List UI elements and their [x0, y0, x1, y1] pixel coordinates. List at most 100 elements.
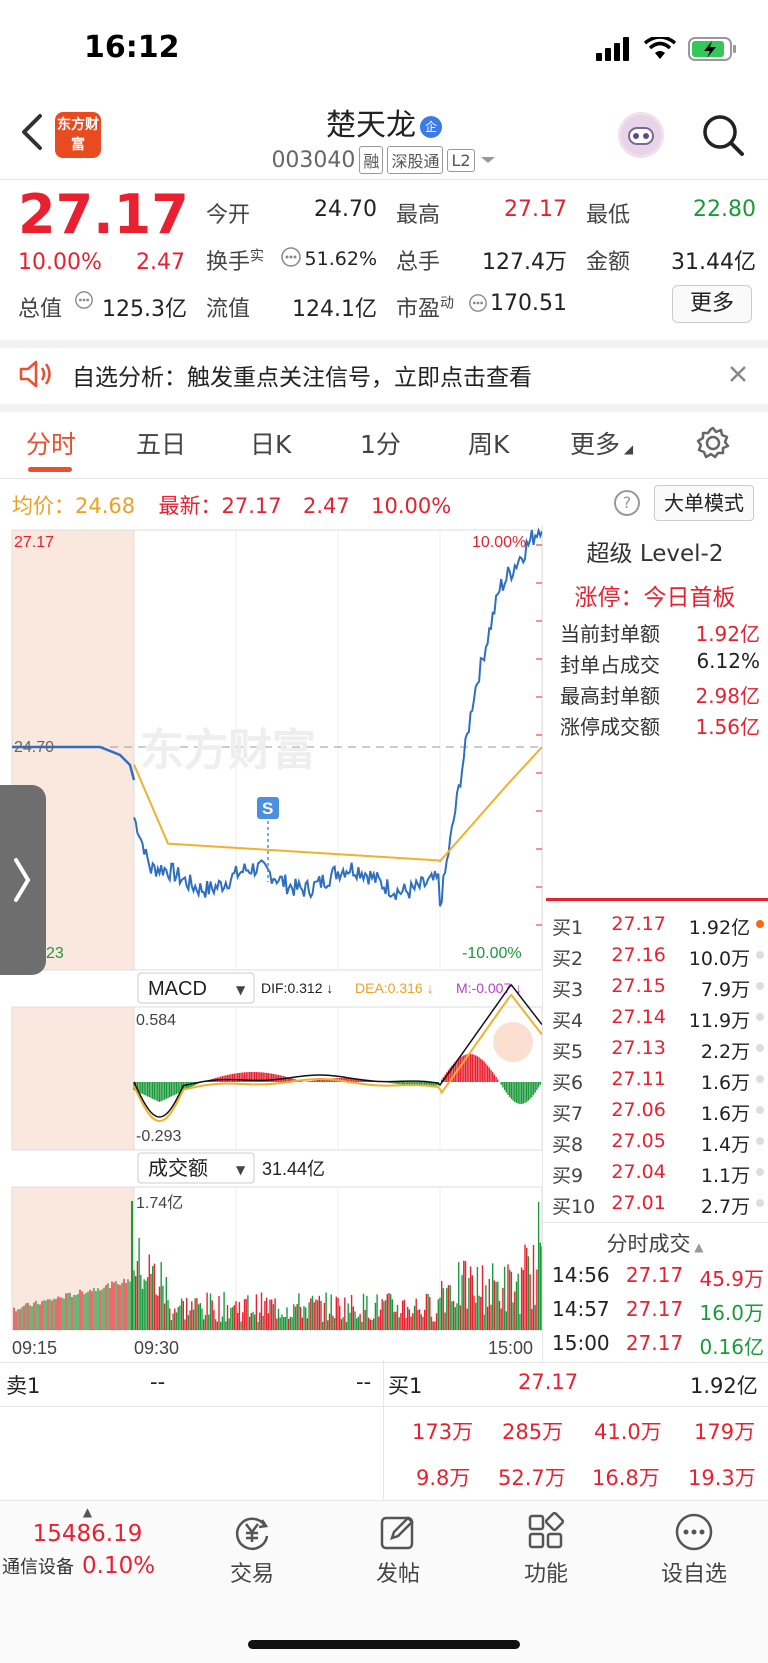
low-value: 22.80 — [693, 197, 756, 222]
wifi-icon — [644, 37, 676, 59]
nav-functions[interactable]: 功能 — [476, 1512, 616, 1588]
l2-stat-row: 涨停成交额 1.56亿 — [560, 715, 760, 739]
amount-label: 金额 — [586, 250, 631, 275]
stock-code: 003040 — [271, 147, 356, 173]
buy1-price: 27.17 — [518, 1370, 579, 1394]
turnover-rate-label: 换手实 — [206, 248, 265, 275]
sector-name: 通信设备 — [2, 1557, 74, 1578]
svg-text:▼: ▼ — [236, 983, 246, 997]
tag-l2: L2 — [447, 148, 475, 172]
side-drawer-handle[interactable] — [0, 785, 46, 975]
sell1-label: 卖1 — [6, 1374, 41, 1398]
big-order-mode-button[interactable]: 大单模式 — [654, 485, 754, 521]
enterprise-badge: 企 — [420, 115, 442, 138]
open-value: 24.70 — [314, 197, 377, 222]
nav-post[interactable]: 发帖 — [328, 1512, 468, 1588]
robot-avatar-icon[interactable] — [618, 112, 664, 158]
axis-bottom-pct: -10.00% — [462, 945, 522, 962]
tick-row: 15:00 27.17 0.16亿 — [552, 1331, 764, 1359]
axis-bottom-price: 23 — [46, 945, 64, 962]
x-label-continuous: 09:30 — [134, 1338, 179, 1358]
tab-1min[interactable]: 1分 — [360, 425, 401, 461]
sell1-vol: -- — [356, 1370, 372, 1394]
tab-five-day[interactable]: 五日 — [136, 425, 186, 461]
bid-row: 买5 27.13 2.2万 — [552, 1037, 764, 1064]
info-icon[interactable] — [468, 293, 488, 313]
low-label: 最低 — [586, 203, 631, 228]
dropdown-icon[interactable] — [479, 154, 497, 166]
intraday-chart[interactable]: 东方财富 S 27.17 24.70 23 10.00% -10.00% MAC… — [0, 525, 545, 1365]
tab-intraday[interactable]: 分时 — [26, 425, 76, 461]
sector-pct: 0.10% — [82, 1553, 156, 1579]
axis-base-price: 24.70 — [14, 739, 54, 756]
volume-value: 127.4万 — [482, 250, 567, 275]
expand-up-icon: ▲ — [82, 1505, 93, 1519]
latest-price-value: 27.17 — [221, 494, 282, 518]
info-icon[interactable] — [280, 246, 302, 268]
change-amount: 2.47 — [136, 250, 185, 275]
search-icon[interactable] — [700, 112, 746, 158]
total-cap-value: 125.3亿 — [102, 297, 187, 322]
order-book-summary: 卖1 -- -- 买1 27.17 1.92亿 173万 285万 41.0万 … — [0, 1360, 768, 1500]
macd-top: 0.584 — [136, 1012, 176, 1029]
post-edit-icon — [380, 1516, 414, 1550]
bid-row: 买7 27.06 1.6万 — [552, 1099, 764, 1126]
volume-label: 总手 — [396, 250, 441, 275]
total-cap-label: 总值 — [18, 297, 63, 322]
float-cap-label: 流值 — [206, 297, 251, 322]
macd-m: M:-0.007 ↓ — [456, 980, 522, 996]
tag-margin: 融 — [359, 146, 384, 174]
amount-value: 31.44亿 — [671, 250, 756, 275]
bid-row: 买6 27.11 1.6万 — [552, 1068, 764, 1095]
macd-label: MACD — [148, 978, 207, 1000]
battery-icon — [688, 37, 736, 61]
signal-icon — [596, 37, 629, 61]
trade-yen-icon — [235, 1517, 269, 1550]
turnover-total: 31.44亿 — [262, 1159, 325, 1179]
tick-trades-title[interactable]: 分时成交 ▲ — [542, 1228, 768, 1258]
axis-top-pct: 10.00% — [472, 534, 526, 551]
help-icon[interactable]: ? — [614, 490, 640, 516]
last-price: 27.17 — [18, 183, 189, 246]
nav-add-watchlist[interactable]: 设自选 — [624, 1512, 764, 1588]
close-icon[interactable] — [728, 364, 748, 384]
nav-trade[interactable]: 交易 — [182, 1512, 322, 1588]
sell1-price: -- — [150, 1370, 166, 1394]
settings-gear-icon[interactable] — [696, 426, 730, 460]
macd-dea: DEA:0.316 ↓ — [355, 980, 434, 996]
x-label-close: 15:00 — [488, 1338, 533, 1358]
pe-label: 市盈动 — [396, 295, 455, 322]
functions-grid-icon — [528, 1512, 565, 1549]
buy1-vol: 1.92亿 — [690, 1374, 758, 1398]
l2-stat-row: 最高封单额 2.98亿 — [560, 684, 760, 708]
tab-daily-k[interactable]: 日K — [250, 425, 291, 461]
home-indicator — [248, 1640, 520, 1649]
stock-name: 楚天龙 — [326, 108, 416, 143]
bid-row: 买8 27.05 1.4万 — [552, 1130, 764, 1157]
open-label: 今开 — [206, 203, 251, 228]
watermark: 东方财富 — [140, 726, 316, 775]
bid-row: 买4 27.14 11.9万 — [552, 1006, 764, 1033]
tab-active-indicator — [28, 467, 72, 472]
notice-text[interactable]: 自选分析：触发重点关注信号，立即点击查看 — [72, 358, 532, 392]
high-value: 27.17 — [504, 197, 567, 222]
avg-price-value: 24.68 — [75, 494, 136, 518]
status-time: 16:12 — [84, 30, 180, 65]
more-button[interactable]: 更多 — [672, 285, 752, 323]
turnover-top: 1.74亿 — [136, 1194, 183, 1212]
svg-text:▼: ▼ — [236, 1163, 246, 1177]
turnover-label: 成交额 — [148, 1157, 208, 1180]
pe-value: 170.51 — [490, 291, 567, 316]
bid-row: 买2 27.16 10.0万 — [552, 944, 764, 971]
l2-stat-row: 当前封单额 1.92亿 — [560, 622, 760, 646]
high-label: 最高 — [396, 203, 441, 228]
sector-index-widget[interactable]: ▲ 15486.19 通信设备 0.10% — [0, 1505, 175, 1579]
turnover-rate-value: 51.62% — [304, 248, 377, 270]
speaker-icon — [19, 360, 51, 388]
level2-title[interactable]: 超级 Level-2 — [542, 534, 768, 568]
bid-row: 买10 27.01 2.7万 — [552, 1192, 764, 1219]
tab-weekly-k[interactable]: 周K — [468, 425, 509, 461]
more-dots-icon — [675, 1513, 713, 1551]
macd-dif: DIF:0.312 ↓ — [261, 980, 333, 996]
tab-more[interactable]: 更多 ◢ — [570, 425, 633, 461]
